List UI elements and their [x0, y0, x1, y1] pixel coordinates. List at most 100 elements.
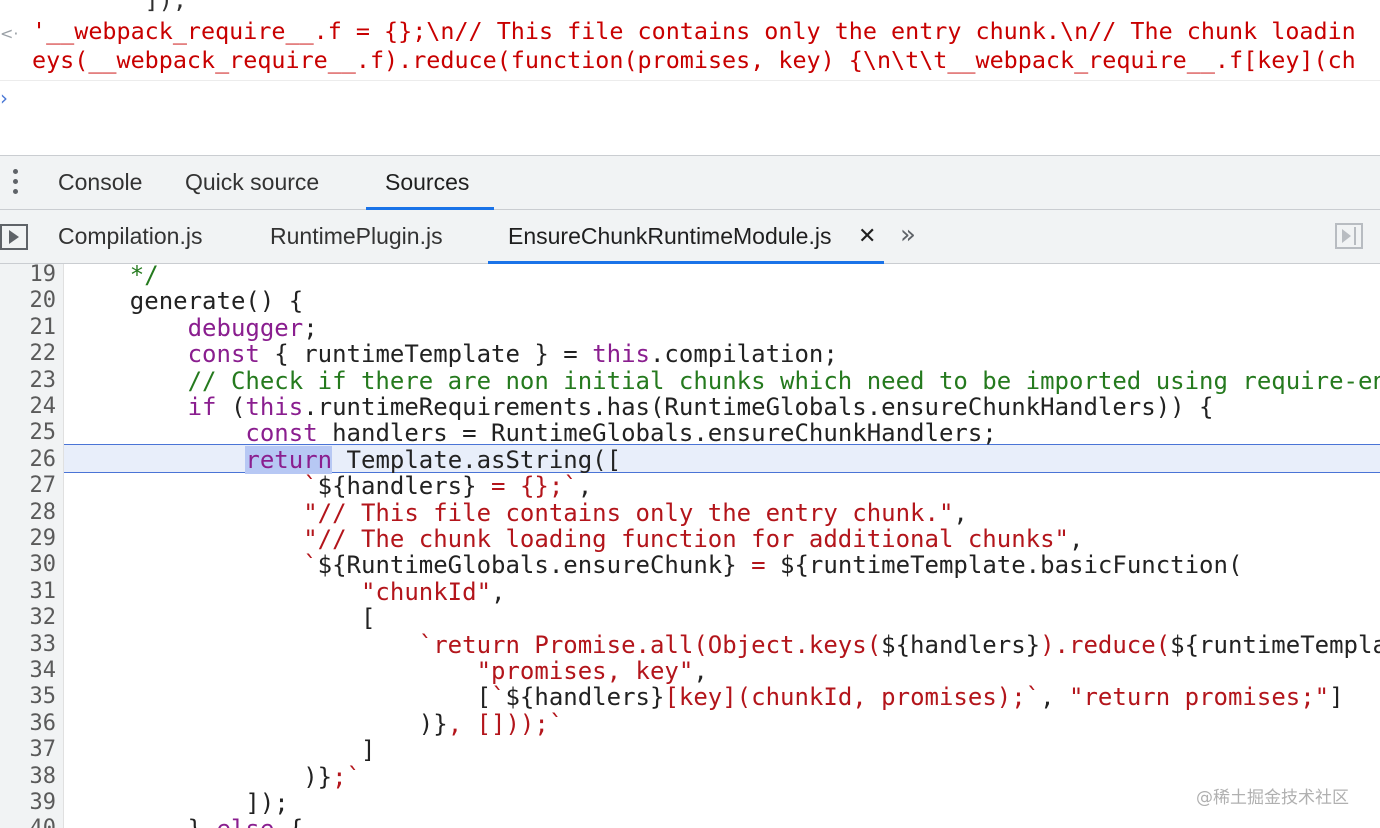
- code-token: ;`: [332, 762, 361, 791]
- code-line: ]);: [72, 789, 289, 817]
- code-line: const { runtimeTemplate } = this.compila…: [72, 340, 838, 368]
- line-number[interactable]: 34: [0, 658, 57, 683]
- code-line: return Template.asString([: [72, 445, 621, 474]
- code-token: ${handlers}: [505, 683, 665, 712]
- code-token: const: [187, 340, 260, 369]
- code-token: this: [592, 340, 650, 369]
- code-token: )}: [72, 709, 448, 738]
- code-token: .compilation;: [649, 340, 838, 369]
- code-line: [`${handlers}[key](chunkId, promises);`,…: [72, 683, 1344, 711]
- line-number[interactable]: 40: [0, 816, 57, 828]
- code-editor[interactable]: 19 20 21 22 23 24 25 26 27 28 29 30 31 32 33 34 35 36 37 38…: [0, 264, 1380, 828]
- code-line: if (this.runtimeRequirements.has(Runtime…: [72, 393, 1214, 421]
- line-number[interactable]: 32: [0, 605, 57, 630]
- line-number[interactable]: 36: [0, 711, 57, 736]
- code-token: `return Promise.all(Object.keys(: [418, 630, 882, 659]
- close-tab-icon[interactable]: ✕: [858, 210, 876, 263]
- code-token: ,: [693, 657, 708, 685]
- line-number[interactable]: 31: [0, 579, 57, 604]
- line-number[interactable]: 38: [0, 764, 57, 789]
- tab-console[interactable]: Console: [58, 156, 142, 209]
- code-token: ${runtimeTemplat: [1170, 630, 1380, 659]
- code-token: return: [245, 445, 333, 474]
- console-previous-line: ]);: [32, 0, 187, 14]
- file-tab-compilation[interactable]: Compilation.js: [58, 210, 202, 263]
- tab-sources[interactable]: Sources: [385, 156, 469, 209]
- console-output-line[interactable]: eys(__webpack_require__.f).reduce(functi…: [32, 46, 1356, 74]
- code-token: ]: [72, 736, 376, 765]
- line-number[interactable]: 35: [0, 684, 57, 709]
- line-number[interactable]: 24: [0, 394, 57, 419]
- tab-quick-source[interactable]: Quick source: [185, 156, 319, 209]
- console-output-line[interactable]: '__webpack_require__.f = {};\n// This fi…: [32, 17, 1356, 45]
- file-tab-ensure-chunk-runtime-module[interactable]: EnsureChunkRuntimeModule.js: [508, 210, 831, 263]
- code-line: "// This file contains only the entry ch…: [72, 499, 968, 527]
- code-token: */: [72, 264, 159, 289]
- console-prompt-icon[interactable]: ›: [0, 86, 8, 110]
- line-number[interactable]: 39: [0, 790, 57, 815]
- file-tab-runtime-plugin[interactable]: RuntimePlugin.js: [270, 210, 443, 263]
- code-token: { runtimeTemplate } =: [259, 340, 593, 369]
- code-token: "promises, key": [476, 657, 694, 685]
- code-token: else: [217, 815, 275, 828]
- code-line: "chunkId",: [72, 578, 506, 606]
- code-token: ]);: [72, 789, 289, 817]
- line-number[interactable]: 37: [0, 737, 57, 762]
- line-number[interactable]: 33: [0, 632, 57, 657]
- line-number[interactable]: 27: [0, 473, 57, 498]
- drawer-tab-bar: Console Quick source Sources: [0, 155, 1380, 210]
- code-token: , []));`: [447, 709, 564, 738]
- code-token: debugger: [187, 313, 304, 342]
- code-token: "// The chunk loading function for addit…: [303, 525, 1069, 553]
- code-token: ${handlers}: [881, 630, 1041, 659]
- code-line: `return Promise.all(Object.keys(${handle…: [72, 631, 1380, 659]
- line-number-gutter[interactable]: 19 20 21 22 23 24 25 26 27 28 29 30 31 32 33 34 35 36 37 38…: [0, 264, 64, 828]
- code-line: const handlers = RuntimeGlobals.ensureCh…: [72, 419, 997, 448]
- line-number[interactable]: 29: [0, 526, 57, 551]
- code-token: ${RuntimeGlobals.ensureChunk}: [317, 551, 737, 580]
- code-token: ,: [1040, 683, 1070, 712]
- line-number[interactable]: 28: [0, 500, 57, 525]
- code-token: [key](chunkId, promises);`: [664, 683, 1041, 712]
- code-line: `${handlers} = {};`,: [72, 472, 592, 500]
- line-number[interactable]: 26: [0, 447, 57, 472]
- code-token: ;: [303, 313, 318, 342]
- line-number[interactable]: 30: [0, 552, 57, 577]
- more-options-icon[interactable]: [10, 169, 20, 199]
- code-token: (: [216, 393, 246, 421]
- code-token: ).reduce(: [1040, 630, 1171, 659]
- code-line: `${RuntimeGlobals.ensureChunk} = ${runti…: [72, 551, 1242, 579]
- console-divider: [0, 80, 1380, 81]
- line-number[interactable]: 23: [0, 368, 57, 393]
- code-token: ,: [953, 498, 968, 527]
- toggle-debugger-icon[interactable]: [1335, 223, 1363, 249]
- code-token: if: [187, 393, 217, 421]
- code-line: [: [72, 604, 375, 632]
- code-token: ]: [1329, 683, 1344, 712]
- code-token: const: [245, 419, 318, 448]
- code-token: handlers = RuntimeGlobals.ensureChunkHan…: [317, 419, 997, 448]
- output-arrow-icon: <·: [0, 24, 19, 43]
- code-line: ]: [72, 736, 375, 764]
- line-number[interactable]: 25: [0, 420, 57, 445]
- code-token: }: [72, 815, 217, 828]
- toggle-navigator-icon[interactable]: [0, 224, 28, 250]
- line-number[interactable]: 20: [0, 288, 57, 313]
- more-tabs-chevron-icon[interactable]: »: [900, 210, 916, 263]
- line-number[interactable]: 22: [0, 341, 57, 366]
- code-token: ,: [1069, 525, 1084, 553]
- line-number[interactable]: 19: [0, 264, 57, 287]
- code-token: ,: [577, 472, 593, 501]
- code-line: )};`: [72, 763, 361, 791]
- code-line: debugger;: [72, 314, 318, 342]
- line-number[interactable]: 21: [0, 315, 57, 340]
